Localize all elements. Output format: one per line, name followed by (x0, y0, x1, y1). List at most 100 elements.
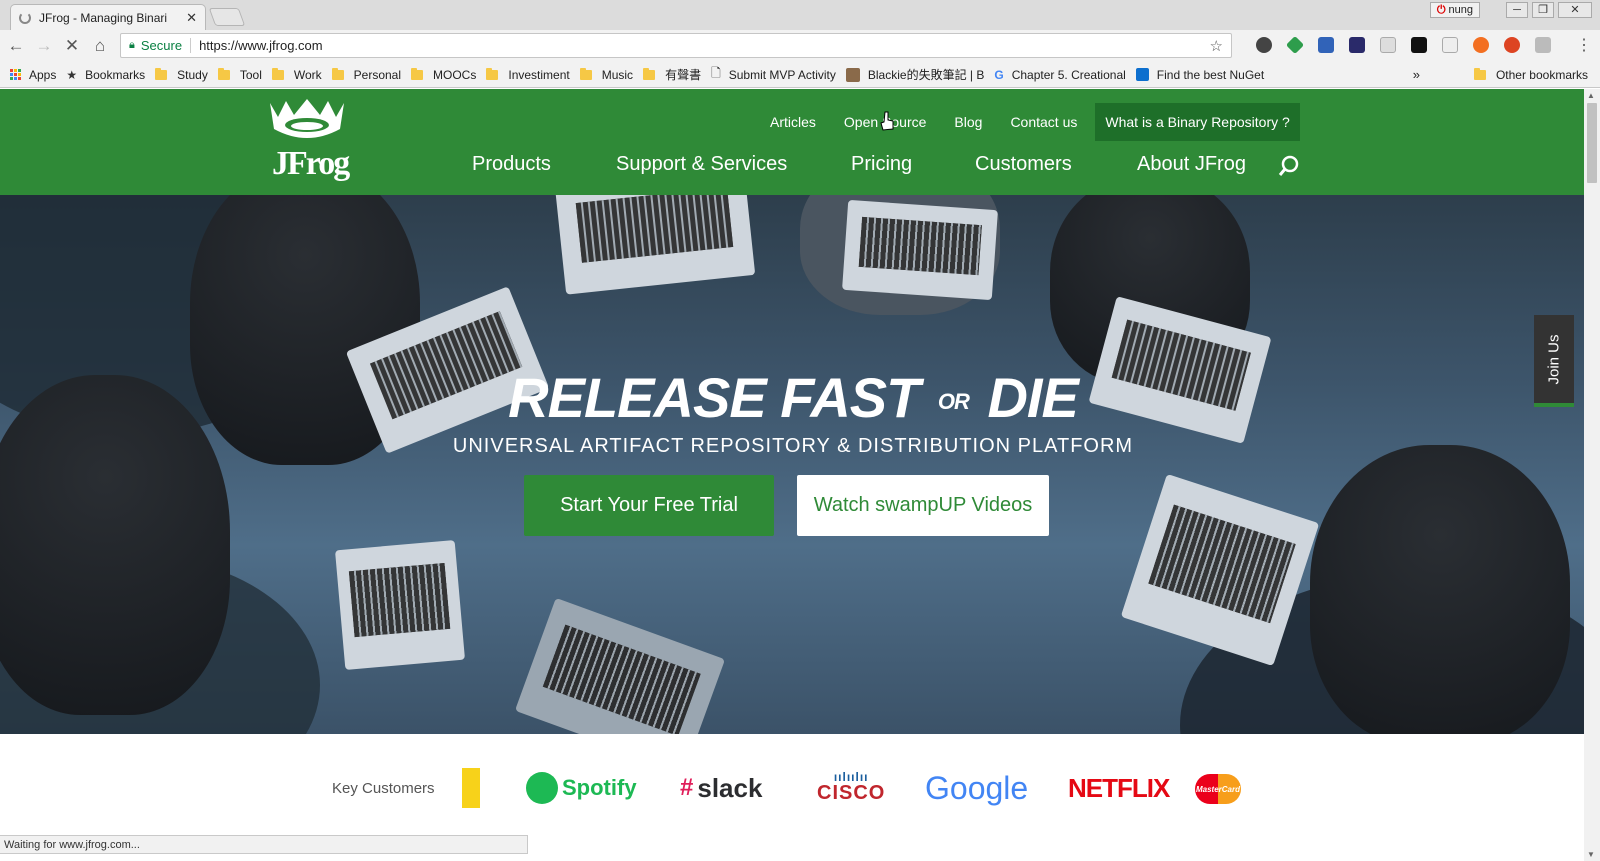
pocket-icon[interactable] (1256, 37, 1272, 53)
stop-button[interactable]: ✕ (60, 34, 84, 58)
bookmark-bookmarks[interactable]: ★ Bookmarks (66, 68, 145, 82)
bookmarks-bar: Apps ★ Bookmarks Study Tool Work Persona… (0, 62, 1600, 88)
profile-button[interactable]: ⏻ nung (1429, 2, 1480, 18)
search-icon[interactable] (1278, 155, 1300, 177)
address-bar[interactable]: 🔒︎ Secure https://www.jfrog.com ☆ (120, 33, 1232, 58)
hero-title-part: DIE (987, 366, 1078, 429)
other-bookmarks[interactable]: Other bookmarks (1473, 67, 1588, 82)
bookmark-folder-music[interactable]: Music (579, 67, 633, 82)
apps-grid-icon (10, 69, 21, 80)
bookmark-chapter5[interactable]: G Chapter 5. Creational (994, 68, 1125, 82)
folder-icon (643, 67, 656, 80)
nav-binary-repository[interactable]: What is a Binary Repository ? (1095, 103, 1300, 141)
top-nav: Articles Open Source Blog Contact us Wha… (756, 103, 1314, 141)
spotify-icon (526, 772, 558, 804)
url-text[interactable]: https://www.jfrog.com (199, 38, 323, 53)
nav-pricing[interactable]: Pricing (851, 153, 912, 176)
nav-about-jfrog[interactable]: About JFrog (1137, 153, 1246, 176)
bookmark-folder-investiment[interactable]: Investiment (486, 67, 570, 82)
bookmark-label: Investiment (508, 67, 570, 82)
folder-icon (411, 67, 424, 80)
minimize-button[interactable]: ─ (1506, 2, 1528, 18)
folder-icon (486, 67, 499, 80)
bookmark-label: MOOCs (433, 67, 477, 82)
lock-icon: 🔒︎ (129, 39, 135, 51)
frog-crown-icon (270, 99, 344, 138)
bookmark-label: Blackie的失敗筆記 | B (867, 68, 985, 82)
spotify-logo: Spotify (526, 768, 637, 808)
scroll-thumb[interactable] (1587, 103, 1597, 183)
customer-logo-text: slack (697, 772, 763, 803)
extension-copy-icon[interactable] (1380, 37, 1396, 53)
folder-icon (579, 67, 592, 80)
toolbar: ← → ✕ ⌂ 🔒︎ Secure https://www.jfrog.com … (0, 30, 1600, 62)
jfrog-logo[interactable]: JFrog (264, 99, 350, 183)
bookmark-folder-audiobooks[interactable]: 有聲書 (643, 66, 701, 83)
scroll-down-icon[interactable]: ▼ (1587, 850, 1595, 859)
extension-orange-icon[interactable] (1473, 37, 1489, 53)
mastercard-logo: MasterCard (1195, 774, 1241, 804)
hero-title-part: RELEASE FAST (508, 366, 920, 429)
extension-terminal-icon[interactable] (1411, 37, 1427, 53)
extension-y-icon[interactable] (1318, 37, 1334, 53)
bookmark-label: Submit MVP Activity (728, 67, 836, 82)
bookmark-nuget[interactable]: Find the best NuGet (1135, 67, 1265, 82)
restore-button[interactable]: ❐ (1532, 2, 1554, 18)
nav-customers[interactable]: Customers (975, 153, 1072, 176)
status-bar: Waiting for www.jfrog.com... (0, 835, 528, 854)
extension-reader-icon[interactable] (1442, 37, 1458, 53)
bookmark-blackie[interactable]: Blackie的失敗筆記 | B (845, 66, 985, 83)
back-button[interactable]: ← (4, 34, 28, 58)
nav-articles[interactable]: Articles (770, 114, 816, 130)
netflix-logo: NETFLIX (1068, 772, 1170, 803)
start-free-trial-button[interactable]: Start Your Free Trial (524, 475, 774, 536)
close-window-button[interactable]: ✕ (1558, 2, 1592, 18)
folder-icon (155, 67, 168, 80)
site-header: JFrog Articles Open Source Blog Contact … (0, 89, 1586, 195)
page-scrollbar[interactable]: ▲ ▼ (1584, 89, 1600, 861)
star-icon: ★ (66, 67, 78, 82)
folder-icon (1473, 67, 1486, 80)
join-us-label: Join Us (1545, 333, 1563, 385)
watch-swampup-videos-button[interactable]: Watch swampUP Videos (797, 475, 1049, 536)
nav-blog[interactable]: Blog (954, 114, 982, 130)
extension-hand-icon[interactable] (1535, 37, 1551, 53)
hand-cursor-icon (880, 111, 894, 131)
nav-products[interactable]: Products (472, 153, 551, 176)
bookmark-label: Bookmarks (85, 67, 146, 82)
browser-tab[interactable]: JFrog - Managing Binari ✕ (10, 4, 206, 30)
bookmark-folder-study[interactable]: Study (155, 67, 208, 82)
loading-spinner-icon (19, 11, 31, 24)
page-icon: 🗋︎ (711, 66, 721, 80)
nav-support-services[interactable]: Support & Services (616, 153, 787, 176)
home-button[interactable]: ⌂ (88, 34, 112, 58)
tab-close-icon[interactable]: ✕ (186, 10, 197, 26)
bookmark-label: Find the best NuGet (1156, 67, 1265, 82)
bookmark-label: Other bookmarks (1495, 67, 1588, 82)
folder-icon (331, 67, 344, 80)
hero-title-or: OR (937, 389, 970, 415)
new-tab-button[interactable] (208, 8, 246, 26)
bookmark-apps[interactable]: Apps (10, 68, 56, 82)
bookmark-submit-mvp[interactable]: 🗋︎ Submit MVP Activity (711, 64, 836, 85)
bookmark-folder-work[interactable]: Work (271, 67, 322, 82)
bookmark-star-icon[interactable]: ☆ (1210, 37, 1223, 55)
divider (190, 38, 192, 53)
extension-notify-icon[interactable] (1504, 37, 1520, 53)
browser-menu-icon[interactable]: ⋮ (1576, 35, 1592, 55)
google-logo: Google (925, 769, 1029, 806)
bookmark-folder-personal[interactable]: Personal (331, 67, 401, 82)
nuget-icon (1135, 68, 1149, 81)
bookmark-folder-moocs[interactable]: MOOCs (411, 67, 477, 82)
join-us-tab[interactable]: Join Us (1534, 315, 1574, 407)
forward-button[interactable]: → (32, 34, 56, 58)
profile-name: nung (1448, 4, 1473, 16)
bookmarks-overflow-icon[interactable]: » (1413, 67, 1420, 82)
bookmark-folder-tool[interactable]: Tool (217, 67, 262, 82)
folder-icon (271, 67, 284, 80)
scroll-up-icon[interactable]: ▲ (1587, 91, 1595, 100)
extension-diamond-icon[interactable] (1285, 35, 1305, 55)
nav-contact-us[interactable]: Contact us (1010, 114, 1077, 130)
extension-fm-icon[interactable] (1349, 37, 1365, 53)
bookmark-label: Tool (239, 67, 262, 82)
